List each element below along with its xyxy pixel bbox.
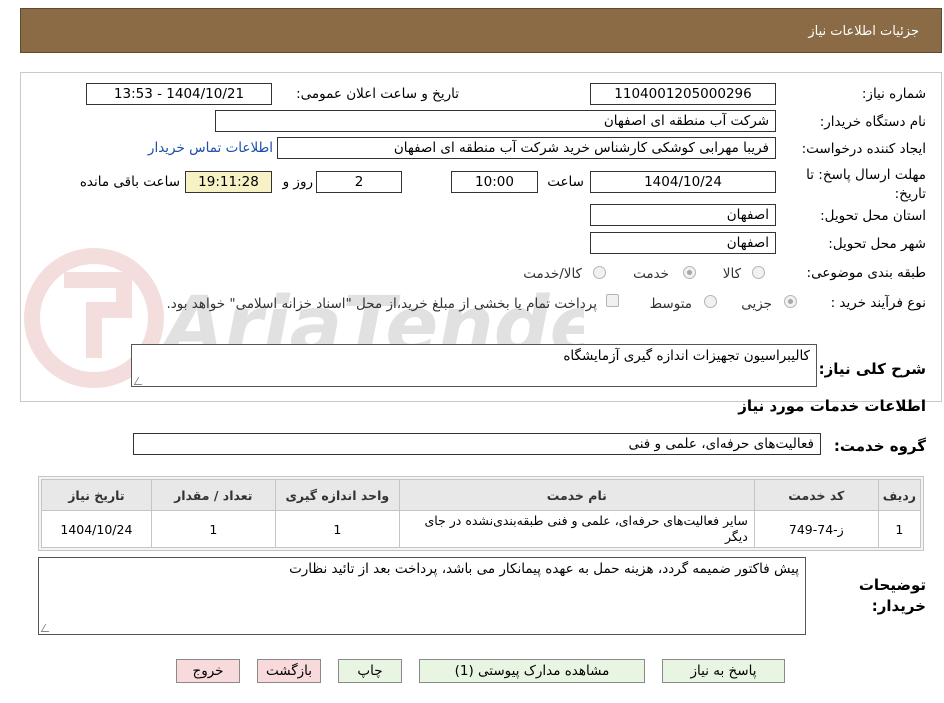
remaining-label: ساعت باقی مانده xyxy=(79,174,180,190)
service-group-label: گروه خدمت: xyxy=(833,437,926,455)
days-label: روز و xyxy=(282,174,313,190)
announce-datetime-field: 1404/10/21 - 13:53 xyxy=(86,83,272,105)
requester-field: فریبا مهرابی کوشکی کارشناس خرید شرکت آب … xyxy=(277,137,776,159)
category-both-radio[interactable] xyxy=(593,266,606,279)
buyer-contact-link[interactable]: اطلاعات تماس خریدار xyxy=(148,140,273,156)
column-header-unit: واحد اندازه گیری xyxy=(274,479,400,511)
category-service-label: خدمت xyxy=(633,266,669,282)
buyer-notes-text: پیش فاکتور ضمیمه گردد، هزینه حمل به عهده… xyxy=(289,561,799,577)
city-label: شهر محل تحویل: xyxy=(828,236,926,252)
buyer-org-field: شرکت آب منطقه ای اصفهان xyxy=(215,110,776,132)
remaining-time-field: 19:11:28 xyxy=(185,171,272,193)
need-number-label: شماره نیاز: xyxy=(861,86,926,102)
buyer-notes-label-line1: توضیحات xyxy=(858,576,926,594)
cell-service-name: سایر فعالیت‌های حرفه‌ای، علمی و فنی طبقه… xyxy=(398,510,755,548)
category-goods-label: کالا xyxy=(722,266,741,282)
days-field: 2 xyxy=(316,171,402,193)
cell-quantity: 1 xyxy=(150,510,276,548)
exit-button[interactable]: خروج xyxy=(176,659,240,683)
print-button[interactable]: چاپ xyxy=(338,659,402,683)
treasury-note: پرداخت تمام یا بخشی از مبلغ خرید،از محل … xyxy=(166,296,597,312)
cell-unit: 1 xyxy=(274,510,400,548)
province-field: اصفهان xyxy=(590,204,776,226)
deadline-label: مهلت ارسال پاسخ: تا تاریخ: xyxy=(806,167,926,202)
category-label: طبقه بندی موضوعی: xyxy=(806,265,926,281)
cell-service-code: ز-74-749 xyxy=(753,510,879,548)
reply-to-need-button[interactable]: پاسخ به نیاز xyxy=(662,659,785,683)
purchase-medium-label: متوسط xyxy=(649,296,692,312)
need-number-field: 1104001205000296 xyxy=(590,83,776,105)
description-text: کالیبراسیون تجهیزات اندازه گیری آزمایشگا… xyxy=(563,348,810,364)
services-table-wrapper: ردیف کد خدمت نام خدمت واحد اندازه گیری ت… xyxy=(38,476,924,551)
view-attachments-button[interactable]: مشاهده مدارک پیوستی (1) xyxy=(419,659,645,683)
deadline-time-label: ساعت xyxy=(547,174,584,190)
province-label: استان محل تحویل: xyxy=(820,208,926,224)
description-label: شرح کلی نیاز: xyxy=(818,360,926,378)
table-row: 1 ز-74-749 سایر فعالیت‌های حرفه‌ای، علمی… xyxy=(41,510,922,548)
back-button[interactable]: بازگشت xyxy=(257,659,321,683)
deadline-time-field: 10:00 xyxy=(451,171,538,193)
column-header-quantity: تعداد / مقدار xyxy=(150,479,276,511)
page-header: جزئیات اطلاعات نیاز xyxy=(20,8,942,53)
purchase-minor-label: جزیی xyxy=(741,296,772,312)
services-table: ردیف کد خدمت نام خدمت واحد اندازه گیری ت… xyxy=(41,479,922,548)
service-group-field: فعالیت‌های حرفه‌ای، علمی و فنی xyxy=(133,433,821,455)
column-header-need-date: تاریخ نیاز xyxy=(41,479,152,511)
services-section-title: اطلاعات خدمات مورد نیاز xyxy=(738,397,926,415)
purchase-minor-radio[interactable] xyxy=(784,295,797,308)
purchase-type-label: نوع فرآیند خرید : xyxy=(830,295,926,311)
announce-label: تاریخ و ساعت اعلان عمومی: xyxy=(296,86,459,102)
cell-need-date: 1404/10/24 xyxy=(41,510,152,548)
purchase-medium-radio[interactable] xyxy=(704,295,717,308)
category-goods-radio[interactable] xyxy=(752,266,765,279)
column-header-service-code: کد خدمت xyxy=(753,479,879,511)
treasury-bonds-checkbox[interactable] xyxy=(606,294,619,307)
buyer-org-label: نام دستگاه خریدار: xyxy=(819,114,926,130)
page-title: جزئیات اطلاعات نیاز xyxy=(808,24,919,39)
category-service-radio[interactable] xyxy=(683,266,696,279)
buyer-notes-label-line2: خریدار: xyxy=(871,597,926,615)
city-field: اصفهان xyxy=(590,232,776,254)
cell-row-number: 1 xyxy=(877,510,922,548)
column-header-service-name: نام خدمت xyxy=(398,479,755,511)
requester-label: ایجاد کننده درخواست: xyxy=(801,141,926,157)
column-header-row-number: ردیف xyxy=(877,479,922,511)
description-textarea[interactable]: کالیبراسیون تجهیزات اندازه گیری آزمایشگا… xyxy=(131,344,817,387)
deadline-date-field: 1404/10/24 xyxy=(590,171,776,193)
buyer-notes-textarea[interactable]: پیش فاکتور ضمیمه گردد، هزینه حمل به عهده… xyxy=(38,557,806,635)
category-both-label: کالا/خدمت xyxy=(523,266,582,282)
table-header-row: ردیف کد خدمت نام خدمت واحد اندازه گیری ت… xyxy=(41,479,922,511)
